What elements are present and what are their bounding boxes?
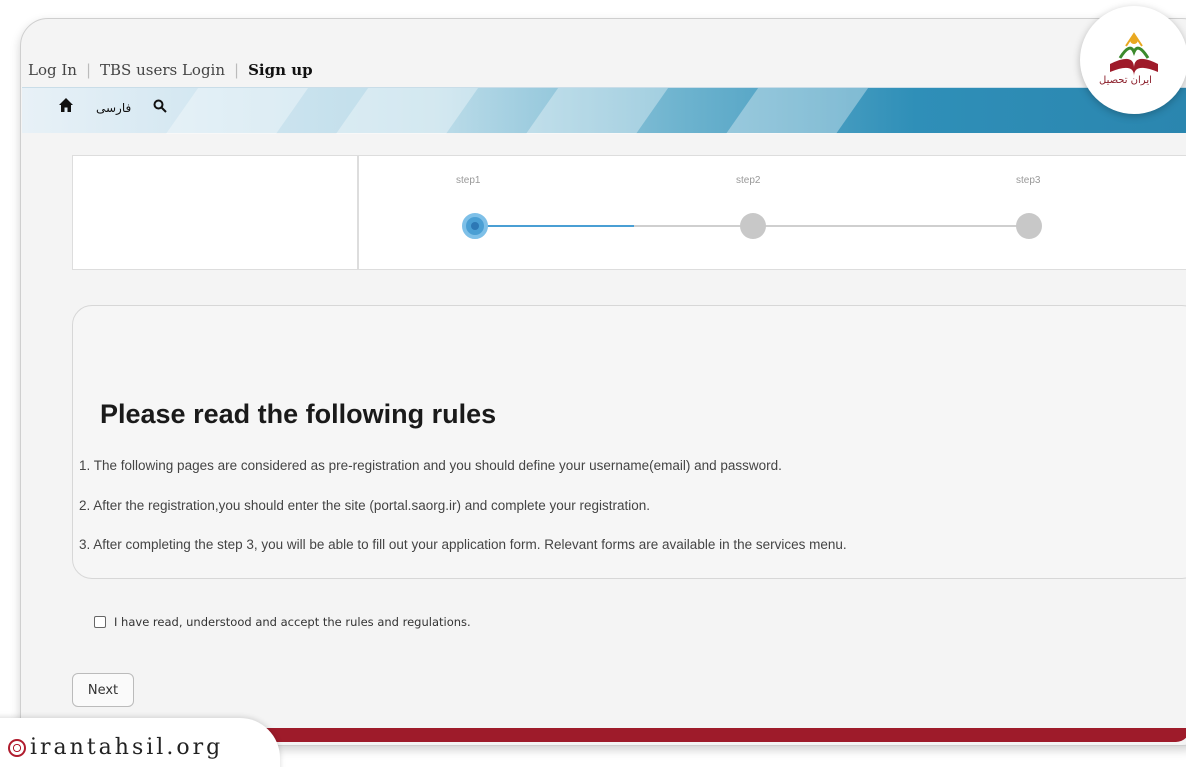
nav-login-link[interactable]: Log In	[28, 61, 86, 79]
step-indicator	[740, 213, 766, 239]
decorative-stripe	[335, 88, 479, 134]
rule-item: 1. The following pages are considered as…	[79, 458, 782, 473]
rule-item: 2. After the registration,you should ent…	[79, 498, 651, 513]
accept-rules-checkbox[interactable]	[94, 616, 106, 628]
step-label: step3	[1016, 175, 1041, 186]
step-label: step2	[736, 175, 761, 186]
step-indicator	[1016, 213, 1042, 239]
top-navigation: Log In | TBS users Login | Sign up	[28, 58, 322, 82]
step-indicator-current	[462, 213, 488, 239]
step-progress-line	[486, 225, 634, 227]
stepper-side-panel	[72, 155, 358, 270]
decorative-stripe	[725, 88, 869, 134]
toolbar-icons: فارسی	[58, 97, 167, 118]
frame-accent-bar	[200, 728, 1186, 742]
globe-icon	[8, 738, 26, 757]
toolbar-bar	[22, 87, 1186, 134]
step-track-line	[634, 225, 1030, 227]
home-icon[interactable]	[58, 97, 74, 118]
decorative-stripe	[525, 88, 669, 134]
language-switch-link[interactable]: فارسی	[96, 101, 131, 115]
nav-signup-link[interactable]: Sign up	[239, 61, 322, 79]
nav-tbs-login-link[interactable]: TBS users Login	[91, 61, 234, 79]
accept-rules-checkbox-row[interactable]: I have read, understood and accept the r…	[94, 615, 471, 629]
watermark-site-text: irantahsil.org	[30, 735, 224, 760]
brand-logo-text: ایران تحصیل	[1099, 75, 1152, 86]
rules-heading: Please read the following rules	[100, 399, 497, 429]
stepper-panel	[358, 155, 1186, 270]
next-button[interactable]: Next	[72, 673, 134, 707]
brand-logo	[1080, 6, 1186, 114]
search-icon[interactable]	[153, 98, 167, 118]
accept-rules-label: I have read, understood and accept the r…	[114, 615, 471, 629]
decorative-stripe	[165, 88, 309, 134]
step-label: step1	[456, 175, 481, 186]
watermark-site: irantahsil.org	[8, 735, 223, 760]
rule-item: 3. After completing the step 3, you will…	[79, 537, 847, 552]
